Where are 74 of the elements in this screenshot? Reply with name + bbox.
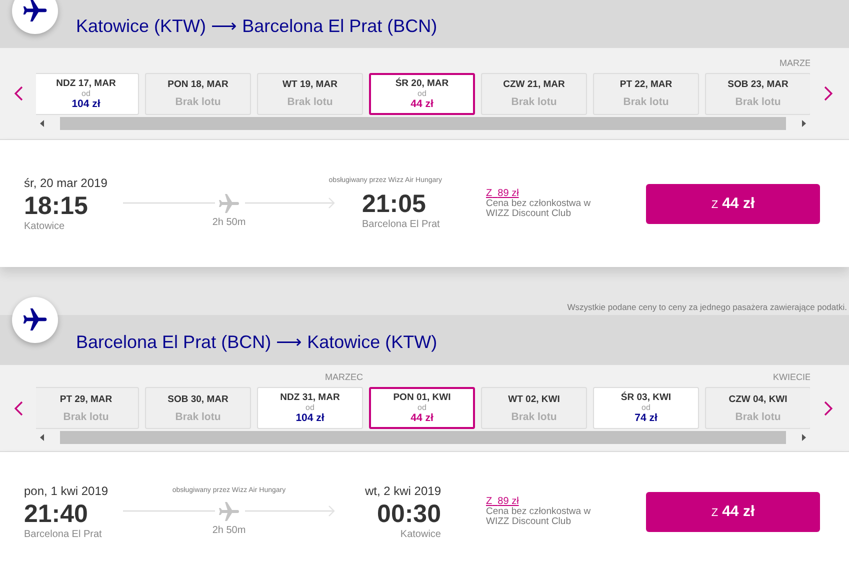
date-label: PT 22, MAR (620, 79, 672, 90)
from-label: od (418, 88, 426, 98)
date-price: 74 zł (634, 412, 658, 424)
date-label: ŚR 03, KWI (620, 392, 672, 403)
date-price: 44 zł (410, 98, 434, 110)
from-label: od (82, 88, 90, 98)
price-note: Wszystkie podane ceny to ceny za jednego pasażera zawierające podatki. (567, 302, 847, 312)
no-flight-label: Brak lotu (511, 410, 557, 422)
no-flight-label: Brak lotu (63, 410, 109, 422)
member-price-caption: Cena bez członkostwa w WIZZ Discount Club (486, 507, 592, 527)
arrival-city: Katowice (400, 528, 441, 540)
member-price-link[interactable]: Z 89 zł (486, 496, 519, 507)
arrival-city: Barcelona El Prat (362, 219, 440, 230)
date-label: ŚR 20, MAR (395, 78, 449, 88)
departure-time: 21:40 (24, 498, 88, 528)
no-flight-label: Brak lotu (735, 410, 781, 422)
date-label: CZW 21, MAR (503, 79, 565, 90)
flight-duration: 2h 50m (212, 525, 246, 536)
from-label: od (418, 403, 426, 412)
no-flight-label: Brak lotu (175, 410, 221, 422)
date-label: PON 01, KWI (393, 392, 451, 403)
departure-date: śr, 20 mar 2019 (24, 176, 108, 190)
date-label: CZW 04, KWI (728, 394, 788, 404)
date-price: 104 zł (72, 98, 100, 110)
date-label: NDZ 17, MAR (56, 78, 116, 88)
no-flight-label: Brak lotu (623, 96, 669, 108)
route-title: Barcelona El Prat (BCN) ⟶ Katowice (KTW) (76, 331, 438, 353)
date-label: WT 02, KWI (508, 394, 560, 404)
date-card[interactable]: WT 19, MAR Brak lotu (257, 72, 363, 114)
fare-button[interactable]: Z 44 zł (646, 492, 820, 532)
arrival-time: 00:30 (377, 498, 441, 528)
departure-city: Katowice (24, 220, 65, 232)
month-label: MARZEC (325, 372, 363, 384)
date-card[interactable]: PON 18, MAR Brak lotu (145, 72, 251, 114)
date-label: PON 18, MAR (168, 79, 228, 90)
date-card[interactable]: NDZ 31, MAR od 104 zł (257, 387, 363, 429)
date-label: WT 19, MAR (282, 79, 338, 90)
no-flight-label: Brak lotu (287, 96, 333, 108)
route-title: Katowice (KTW) ⟶ Barcelona El Prat (BCN) (76, 15, 438, 37)
departure-city: Barcelona El Prat (24, 528, 102, 540)
departure-time: 18:15 (24, 190, 88, 220)
date-card[interactable]: CZW 04, KWI Brak lotu (705, 387, 810, 429)
date-card[interactable]: PON 01, KWI od 44 zł (369, 387, 475, 429)
from-label: od (642, 403, 650, 412)
date-card[interactable]: PT 29, MAR Brak lotu (36, 387, 139, 429)
date-label: PT 29, MAR (60, 394, 112, 404)
date-label: SOB 23, MAR (728, 79, 788, 90)
date-card[interactable]: PT 22, MAR Brak lotu (593, 72, 699, 114)
chevron-right-icon (824, 400, 832, 416)
from-label: od (306, 403, 314, 412)
date-card[interactable]: SOB 30, MAR Brak lotu (145, 387, 251, 429)
arrival-date: wt, 2 kwi 2019 (364, 484, 441, 498)
fare-button[interactable]: Z 44 zł (646, 184, 820, 224)
chevron-right-icon (824, 86, 832, 101)
date-card[interactable]: WT 02, KWI Brak lotu (481, 387, 587, 429)
chevron-left-icon (14, 86, 22, 101)
arrival-time: 21:05 (362, 189, 426, 219)
date-card[interactable]: CZW 21, MAR Brak lotu (481, 72, 587, 114)
date-card[interactable]: NDZ 17, MAR od 104 zł (36, 72, 139, 114)
date-label: SOB 30, MAR (168, 394, 228, 404)
date-card[interactable]: SOB 23, MAR Brak lotu (705, 72, 810, 114)
no-flight-label: Brak lotu (735, 96, 781, 108)
date-card[interactable]: ŚR 20, MAR od 44 zł (369, 72, 475, 114)
flight-duration: 2h 50m (212, 217, 246, 228)
member-price-caption: Cena bez członkostwa w WIZZ Discount Club (486, 199, 592, 219)
no-flight-label: Brak lotu (511, 96, 557, 108)
date-price: 44 zł (410, 412, 434, 424)
departure-date: pon, 1 kwi 2019 (24, 484, 108, 498)
no-flight-label: Brak lotu (175, 96, 221, 108)
chevron-left-icon (14, 400, 22, 416)
date-label: NDZ 31, MAR (280, 392, 340, 403)
member-price-link[interactable]: Z 89 zł (486, 188, 519, 199)
date-price: 104 zł (296, 412, 324, 424)
date-card[interactable]: ŚR 03, KWI od 74 zł (593, 387, 699, 429)
